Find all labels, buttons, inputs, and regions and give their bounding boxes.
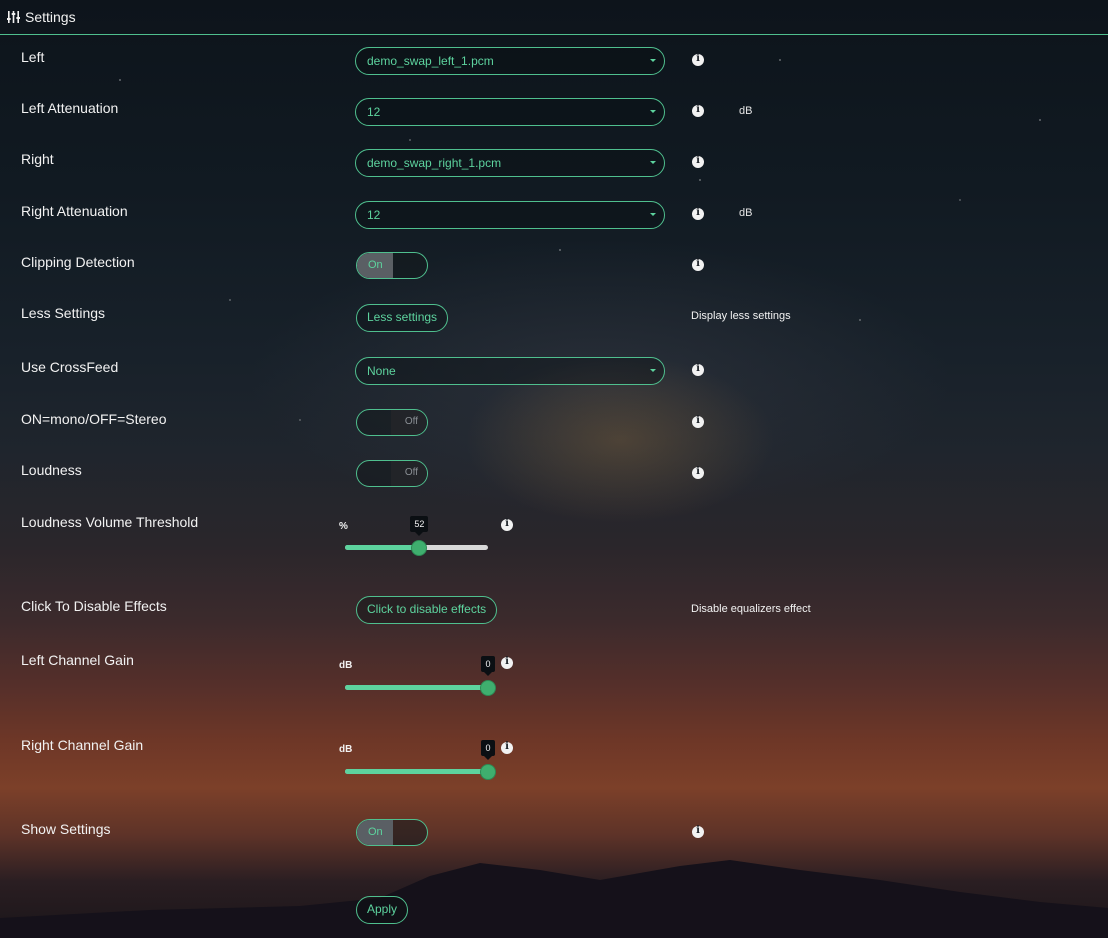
slider-thumb[interactable]	[480, 680, 496, 696]
chevron-down-icon	[650, 213, 656, 216]
chevron-down-icon	[650, 59, 656, 62]
right-file-select[interactable]: demo_swap_right_1.pcm	[355, 149, 665, 177]
info-icon[interactable]	[692, 53, 704, 66]
slider-thumb[interactable]	[411, 540, 428, 556]
starfield-background	[0, 0, 1108, 938]
info-icon[interactable]	[692, 104, 704, 117]
left-gain-label: Left Channel Gain	[21, 652, 134, 668]
chevron-down-icon	[650, 161, 656, 164]
less-settings-label: Less Settings	[21, 305, 106, 321]
info-icon[interactable]	[692, 363, 704, 376]
header-title: Settings	[25, 9, 76, 25]
left-label: Left	[21, 49, 45, 65]
apply-button[interactable]: Apply	[356, 896, 409, 924]
slider-value-bubble: 52	[410, 516, 429, 536]
slider-track	[345, 769, 488, 774]
right-label: Right	[21, 151, 54, 167]
right-gain-unit: dB	[339, 744, 353, 755]
slider-fill	[345, 769, 488, 774]
slider-thumb[interactable]	[480, 764, 496, 780]
chevron-down-icon	[650, 110, 656, 113]
info-icon[interactable]	[692, 466, 704, 479]
mono-stereo-label: ON=mono/OFF=Stereo	[21, 411, 167, 427]
loudness-threshold-unit: %	[339, 521, 348, 532]
disable-effects-note: Disable equalizers effect	[691, 603, 811, 615]
info-icon[interactable]	[692, 258, 704, 271]
left-gain-unit: dB	[339, 660, 353, 671]
info-icon[interactable]	[692, 415, 704, 428]
left-attenuation-value: 12	[367, 105, 381, 119]
mountain-silhouette	[0, 860, 1108, 938]
clipping-detection-label: Clipping Detection	[21, 254, 135, 270]
slider-track	[345, 685, 488, 690]
info-icon[interactable]	[692, 155, 704, 168]
loudness-toggle[interactable]: Off	[356, 460, 428, 487]
right-attenuation-select[interactable]: 12	[355, 201, 665, 229]
right-gain-label: Right Channel Gain	[21, 737, 144, 753]
right-attenuation-unit: dB	[739, 207, 753, 219]
info-icon[interactable]	[501, 518, 513, 531]
left-attenuation-unit: dB	[739, 105, 753, 117]
toggle-state: Off	[404, 467, 418, 478]
disable-effects-label: Click To Disable Effects	[21, 598, 167, 614]
settings-header: Settings	[0, 0, 1108, 35]
info-icon[interactable]	[501, 741, 513, 754]
slider-value-bubble: 0	[481, 656, 495, 676]
info-icon[interactable]	[501, 656, 513, 669]
left-attenuation-select[interactable]: 12	[355, 98, 665, 126]
toggle-state: On	[368, 826, 383, 838]
show-settings-label: Show Settings	[21, 821, 111, 837]
sliders-icon	[7, 11, 20, 23]
crossfeed-select[interactable]: None	[355, 357, 665, 385]
disable-effects-button[interactable]: Click to disable effects	[356, 596, 498, 624]
left-attenuation-label: Left Attenuation	[21, 100, 119, 116]
toggle-state: Off	[404, 416, 418, 427]
toggle-state: On	[368, 259, 383, 271]
info-icon[interactable]	[692, 825, 704, 838]
right-file-value: demo_swap_right_1.pcm	[367, 156, 502, 170]
clipping-detection-toggle[interactable]: On	[356, 252, 428, 279]
loudness-label: Loudness	[21, 462, 82, 478]
right-attenuation-value: 12	[367, 208, 381, 222]
chevron-down-icon	[650, 369, 656, 372]
less-settings-button[interactable]: Less settings	[356, 304, 449, 332]
left-file-value: demo_swap_left_1.pcm	[367, 54, 494, 68]
show-settings-toggle[interactable]: On	[356, 819, 428, 846]
loudness-threshold-label: Loudness Volume Threshold	[21, 514, 199, 530]
left-file-select[interactable]: demo_swap_left_1.pcm	[355, 47, 665, 75]
info-icon[interactable]	[692, 207, 704, 220]
crossfeed-value: None	[367, 364, 396, 378]
slider-value-bubble: 0	[481, 740, 495, 760]
crossfeed-label: Use CrossFeed	[21, 359, 119, 375]
right-attenuation-label: Right Attenuation	[21, 203, 128, 219]
less-settings-note: Display less settings	[691, 310, 791, 322]
slider-fill	[345, 685, 488, 690]
mono-stereo-toggle[interactable]: Off	[356, 409, 428, 436]
slider-fill	[345, 545, 420, 550]
